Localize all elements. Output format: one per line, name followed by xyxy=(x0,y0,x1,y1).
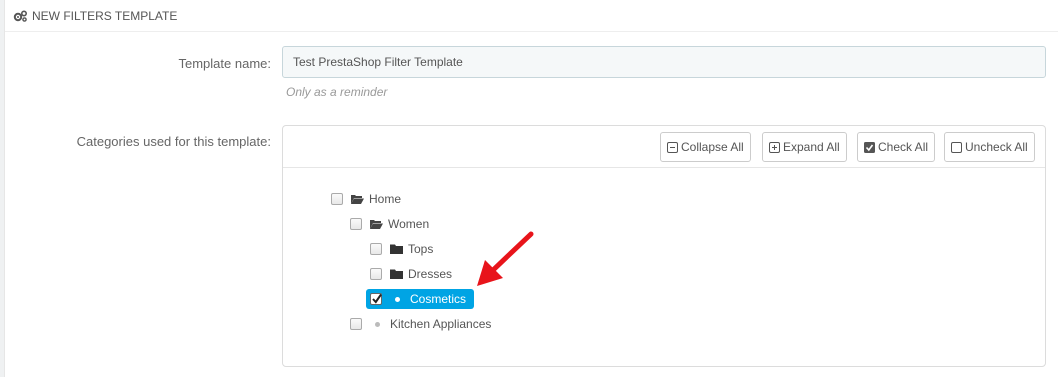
template-name-label: Template name: xyxy=(178,56,272,71)
checkmark-icon xyxy=(372,293,382,304)
tree-node-dresses[interactable]: Dresses xyxy=(370,264,452,284)
expand-all-label: Expand All xyxy=(783,140,840,154)
tree-node-kitchen-appliances[interactable]: Kitchen Appliances xyxy=(350,314,491,334)
tree-node-home[interactable]: Home xyxy=(331,189,401,209)
tree-node-tops[interactable]: Tops xyxy=(370,239,433,259)
panel-heading: NEW FILTERS TEMPLATE xyxy=(5,0,1058,32)
leaf-bullet-icon xyxy=(375,321,380,327)
checkbox[interactable] xyxy=(350,218,362,230)
panel-title: NEW FILTERS TEMPLATE xyxy=(32,8,178,23)
tree-label-cosmetics: Cosmetics xyxy=(410,292,467,306)
check-all-label: Check All xyxy=(878,140,929,154)
tree-toolbar: Collapse All Expand All Check All Unchec… xyxy=(283,126,1045,168)
minus-square-icon xyxy=(667,141,678,153)
tree-label-women: Women xyxy=(388,217,430,231)
uncheck-all-label: Uncheck All xyxy=(965,140,1028,154)
leaf-bullet-icon xyxy=(395,296,400,302)
categories-label: Categories used for this template: xyxy=(76,134,271,149)
folder-icon xyxy=(390,244,403,254)
category-tree-panel: Collapse All Expand All Check All Unchec… xyxy=(282,125,1046,367)
checkbox[interactable] xyxy=(331,193,343,205)
filters-template-panel: NEW FILTERS TEMPLATE Template name: Only… xyxy=(4,0,1058,377)
gears-icon xyxy=(13,9,28,22)
uncheck-all-button[interactable]: Uncheck All xyxy=(944,132,1035,162)
folder-icon xyxy=(390,269,403,279)
checkbox-checked[interactable] xyxy=(370,293,382,305)
tree-label-kitchen: Kitchen Appliances xyxy=(390,317,492,331)
template-name-help: Only as a reminder xyxy=(286,85,388,99)
folder-open-icon xyxy=(351,195,364,204)
collapse-all-label: Collapse All xyxy=(681,140,744,154)
square-icon xyxy=(951,141,962,153)
tree-node-women[interactable]: Women xyxy=(350,214,429,234)
collapse-all-button[interactable]: Collapse All xyxy=(660,132,751,162)
red-arrow-annotation xyxy=(477,231,534,286)
template-name-input[interactable] xyxy=(282,46,1046,78)
tree-label-dresses: Dresses xyxy=(408,267,453,281)
check-square-icon xyxy=(864,141,875,153)
expand-all-button[interactable]: Expand All xyxy=(762,132,847,162)
tree-label-home: Home xyxy=(369,192,402,206)
checkbox[interactable] xyxy=(370,268,382,280)
plus-square-icon xyxy=(769,141,780,153)
checkbox[interactable] xyxy=(370,243,382,255)
checkbox[interactable] xyxy=(350,318,362,330)
tree-label-tops: Tops xyxy=(408,242,434,256)
folder-open-icon xyxy=(370,220,383,229)
check-all-button[interactable]: Check All xyxy=(857,132,936,162)
tree-node-cosmetics[interactable]: Cosmetics xyxy=(366,289,475,309)
